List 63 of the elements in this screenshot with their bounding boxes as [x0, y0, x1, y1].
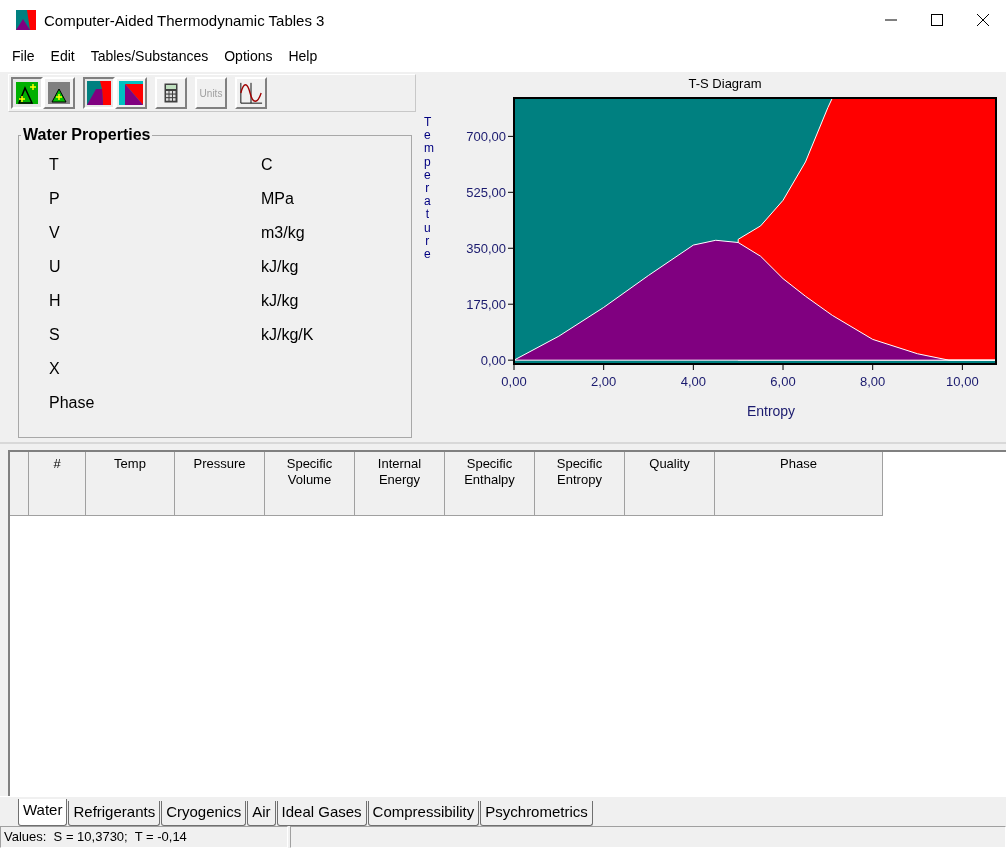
- menu-item[interactable]: Help: [280, 48, 326, 64]
- y-tick-label: 350,00: [466, 241, 506, 257]
- property-symbol: H: [49, 292, 62, 310]
- diagram-icon: [87, 81, 111, 105]
- column-header[interactable]: Phase: [715, 452, 883, 516]
- menu-item[interactable]: Edit: [42, 48, 83, 64]
- property-unit: MPa: [261, 190, 295, 208]
- property-symbol: P: [49, 190, 61, 208]
- property-symbol: U: [49, 258, 62, 276]
- column-header[interactable]: Specific Entropy: [535, 452, 625, 516]
- menu-item[interactable]: Options: [216, 48, 281, 64]
- property-symbol: T: [49, 156, 60, 174]
- menu-item[interactable]: Tables/Substances: [82, 48, 217, 64]
- y-tick-label: 175,00: [466, 297, 506, 313]
- property-unit: C: [261, 156, 274, 174]
- y-tick-label: 525,00: [466, 185, 506, 201]
- property-unit: m3/kg: [261, 224, 306, 242]
- toolbar-button[interactable]: [83, 77, 115, 109]
- x-tick-label: 6,00: [770, 374, 796, 389]
- group-title: Water Properties: [22, 126, 152, 144]
- x-tick-label: 10,00: [946, 374, 979, 389]
- x-tick-label: 0,00: [501, 374, 527, 389]
- diagram-icon: [119, 81, 143, 105]
- status-text: Values: S = 10,3730; T = -0,14: [0, 826, 288, 848]
- property-unit: kJ/kg: [261, 292, 300, 310]
- column-header[interactable]: Specific Volume: [265, 452, 355, 516]
- chart-title: T-S Diagram: [688, 76, 762, 91]
- column-header[interactable]: Temp: [86, 452, 175, 516]
- column-header[interactable]: Pressure: [175, 452, 265, 516]
- calculator-icon: [164, 83, 178, 103]
- window-title: Computer-Aided Thermodynamic Tables 3: [44, 11, 326, 29]
- column-header[interactable]: #: [29, 452, 86, 516]
- column-header[interactable]: Quality: [625, 452, 715, 516]
- tab[interactable]: Ideal Gases: [276, 801, 367, 826]
- column-header[interactable]: Specific Enthalpy: [445, 452, 535, 516]
- wave-graph-icon: [239, 81, 263, 105]
- tab[interactable]: Refrigerants: [68, 801, 161, 826]
- row-header-corner: [10, 452, 29, 516]
- close-icon[interactable]: [977, 14, 989, 26]
- menu-item[interactable]: File: [4, 48, 43, 64]
- tab[interactable]: Compressibility: [367, 801, 480, 826]
- property-symbol: Phase: [49, 394, 96, 412]
- app-logo-icon: [16, 10, 36, 30]
- y-axis-label: Temperature: [424, 116, 436, 262]
- property-unit: kJ/kg/K: [261, 326, 315, 344]
- mountain-plus-icon: [16, 82, 38, 104]
- property-unit: kJ/kg: [261, 258, 300, 276]
- x-tick-label: 8,00: [860, 374, 886, 389]
- tab[interactable]: Water: [18, 799, 68, 826]
- property-symbol: S: [49, 326, 61, 344]
- tab[interactable]: Cryogenics: [161, 801, 247, 826]
- tab[interactable]: Air: [247, 801, 276, 826]
- column-header[interactable]: Internal Energy: [355, 452, 445, 516]
- toolbar-button[interactable]: [11, 77, 43, 109]
- y-tick-label: 700,00: [466, 129, 506, 145]
- x-tick-label: 2,00: [591, 374, 617, 389]
- property-symbol: X: [49, 360, 61, 378]
- y-tick-label: 0,00: [480, 353, 506, 369]
- x-axis-label: Entropy: [746, 403, 796, 419]
- property-symbol: V: [49, 224, 61, 242]
- x-tick-label: 4,00: [680, 374, 706, 389]
- tab[interactable]: Psychrometrics: [480, 801, 593, 826]
- maximize-icon[interactable]: [931, 14, 943, 26]
